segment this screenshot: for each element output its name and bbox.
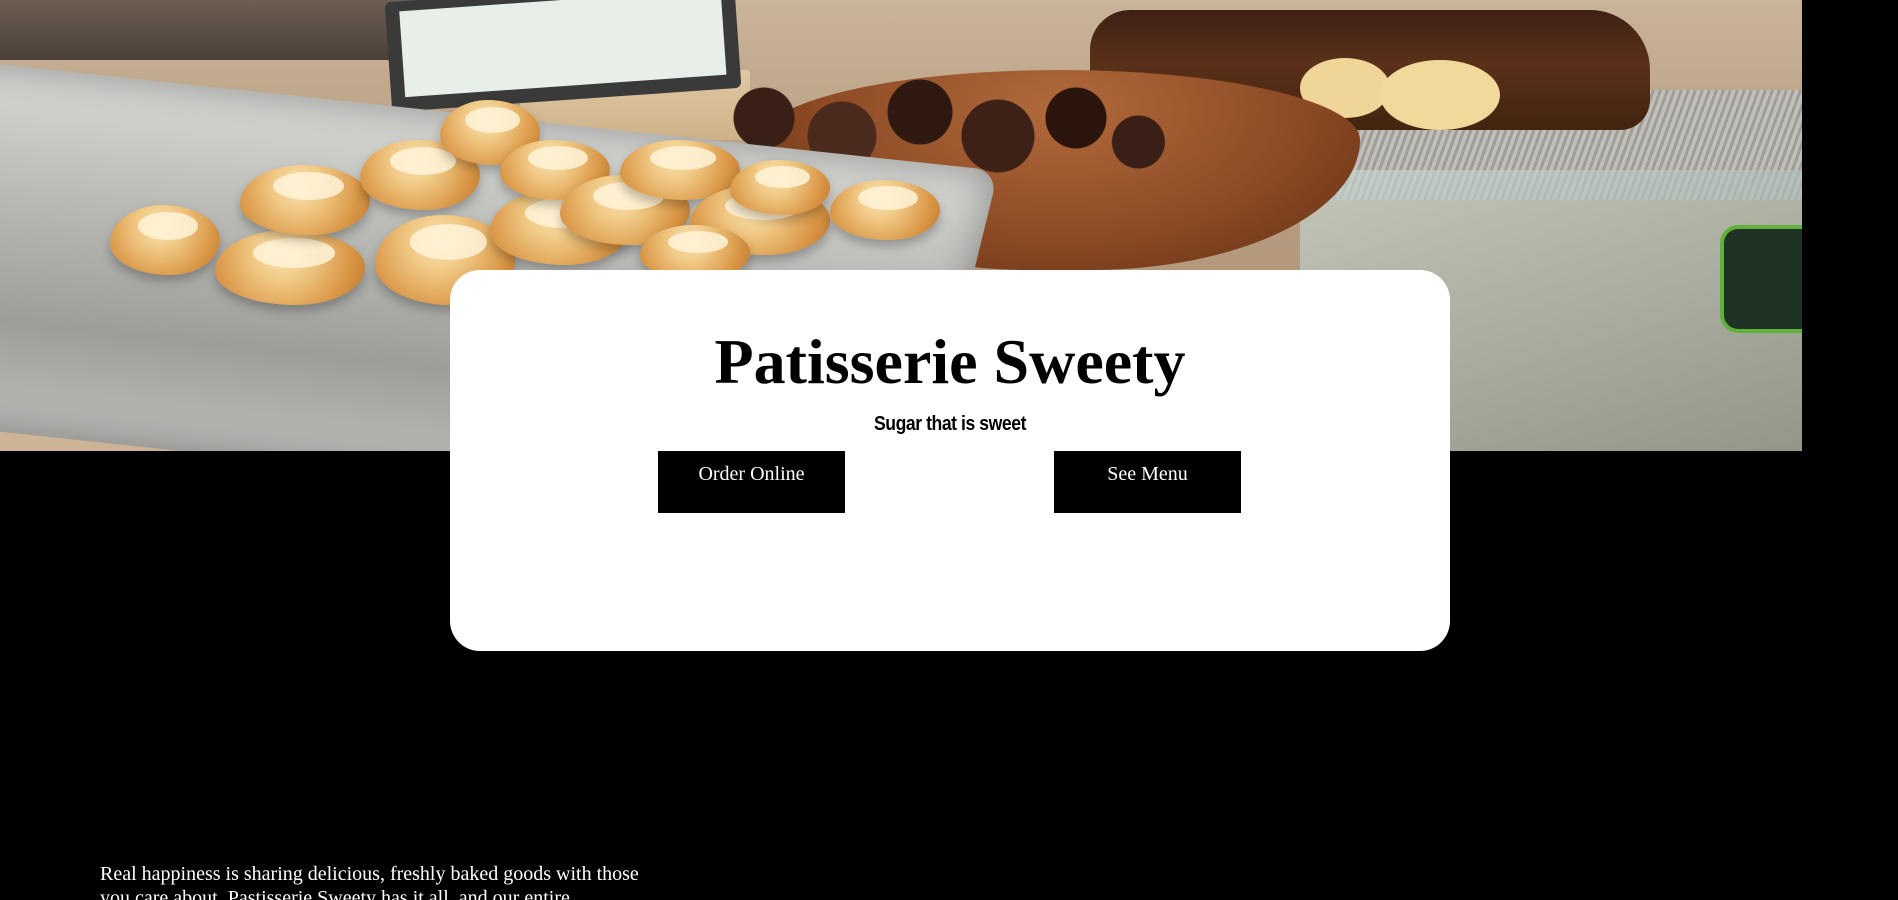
hero-wall [0,0,420,60]
see-menu-button[interactable]: See Menu [1054,451,1241,513]
hero-pastry [110,205,220,275]
hero-pastry [215,230,365,305]
site-tagline: Sugar that is sweet [873,413,1027,435]
site-title: Patisserie Sweety [714,326,1186,397]
intro-paragraph: Real happiness is sharing delicious, fre… [100,863,639,900]
hero-pastry [830,180,940,240]
hero-card: Patisserie Sweety Sugar that is sweet Or… [450,270,1450,651]
hero-pastry [240,165,370,235]
hero-cake-cream [1380,60,1500,130]
hero-pastry [730,160,830,215]
order-online-button[interactable]: Order Online [658,451,845,513]
page: Patisserie Sweety Sugar that is sweet Or… [0,0,1898,900]
hero-badge-strip [1720,225,1802,333]
